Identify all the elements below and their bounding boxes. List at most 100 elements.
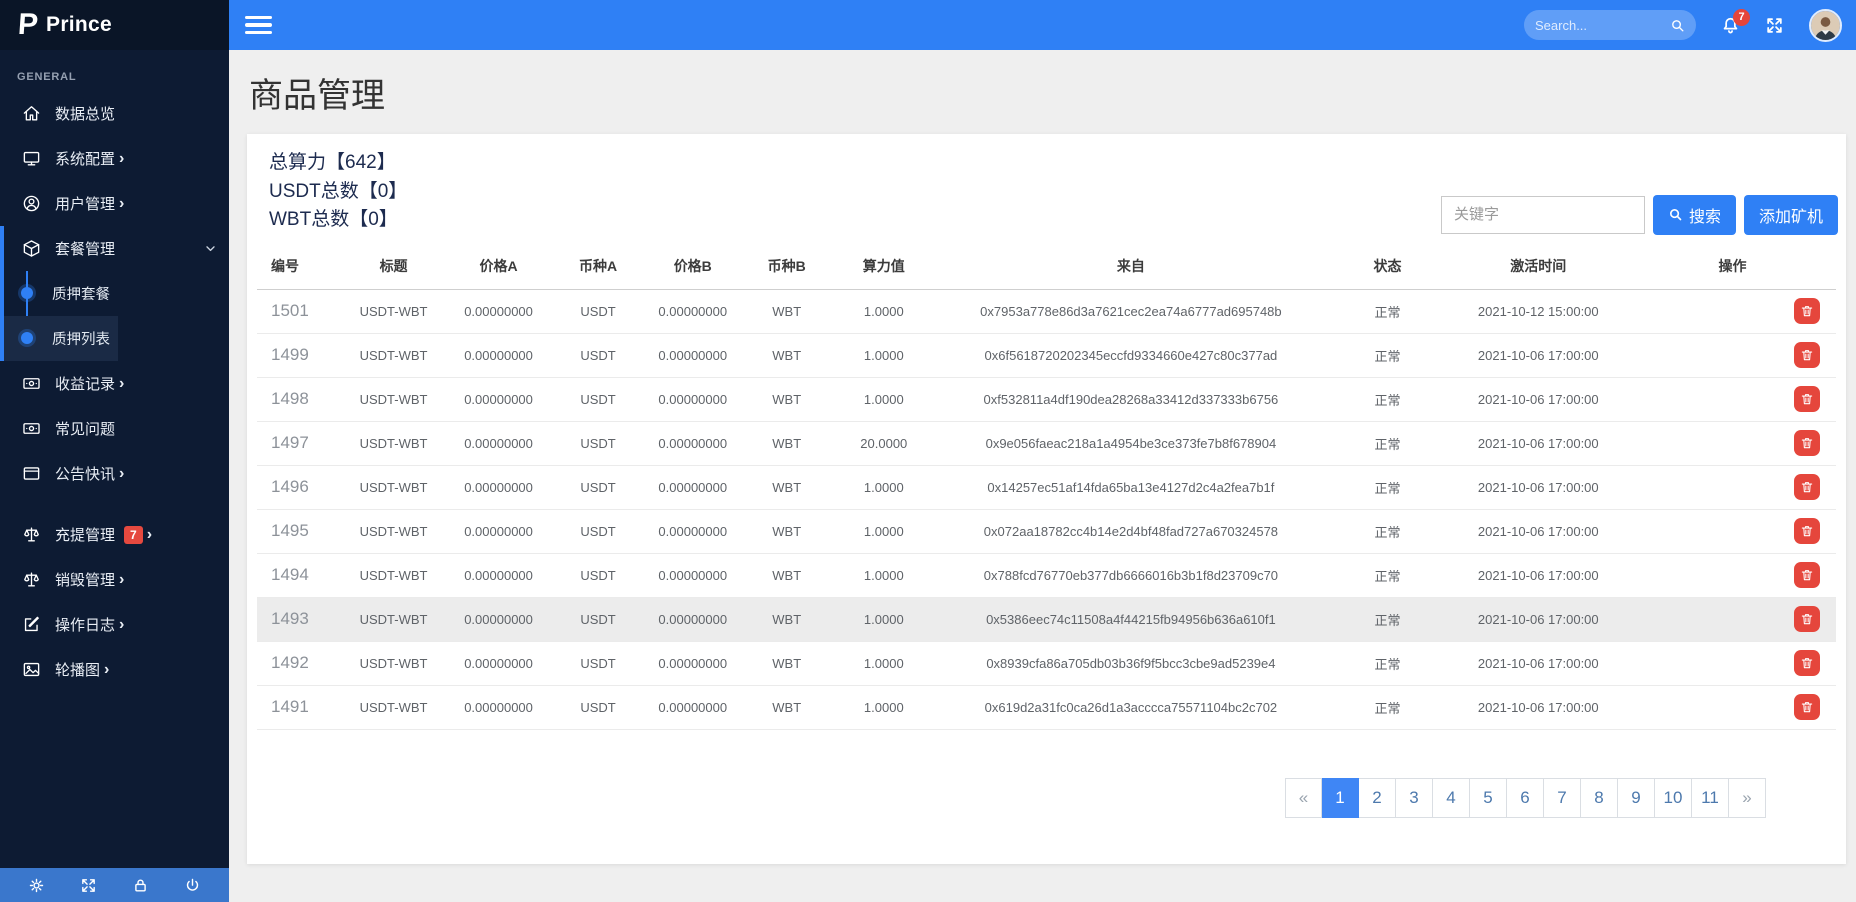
pagination-page-3[interactable]: 3 (1396, 778, 1433, 818)
delete-button[interactable] (1794, 298, 1820, 324)
cell-status: 正常 (1328, 597, 1448, 641)
keyword-input[interactable] (1441, 196, 1645, 234)
sidebar-item-system-config[interactable]: 系统配置› (0, 136, 229, 181)
cell-from: 0x072aa18782cc4b14e2d4bf48fad727a6703245… (934, 509, 1327, 553)
delete-button[interactable] (1794, 650, 1820, 676)
cell-price_b: 0.00000000 (645, 333, 740, 377)
cell-action (1629, 641, 1836, 685)
user-avatar[interactable] (1809, 9, 1842, 42)
sidebar-item-burn-management[interactable]: 销毁管理› (0, 557, 229, 602)
main-area: 7 商品管理 总算力【642】 USDT总数【0】 WBT总数【0】 搜索 (229, 0, 1856, 902)
cell-time: 2021-10-06 17:00:00 (1448, 333, 1630, 377)
table-row: 1497USDT-WBT0.00000000USDT0.00000000WBT2… (257, 421, 1836, 465)
delete-button[interactable] (1794, 342, 1820, 368)
chevron-down-icon (204, 242, 217, 255)
cell-from: 0x9e056faeac218a1a4954be3ce373fe7b8f6789… (934, 421, 1327, 465)
delete-button[interactable] (1794, 606, 1820, 632)
cell-id: 1494 (257, 553, 341, 597)
power-icon[interactable] (184, 877, 201, 894)
table-row: 1493USDT-WBT0.00000000USDT0.00000000WBT1… (257, 597, 1836, 641)
brand-logo-icon: P (17, 10, 39, 40)
cell-coin_a: USDT (551, 553, 646, 597)
delete-button[interactable] (1794, 562, 1820, 588)
window-icon (22, 464, 41, 483)
column-header: 编号 (257, 241, 341, 290)
table-row: 1499USDT-WBT0.00000000USDT0.00000000WBT1… (257, 333, 1836, 377)
scale-icon (22, 525, 41, 544)
fullscreen-icon[interactable] (80, 877, 97, 894)
cell-id: 1498 (257, 377, 341, 421)
pagination-next[interactable]: » (1729, 778, 1766, 818)
pagination-prev[interactable]: « (1285, 778, 1322, 818)
pagination-page-6[interactable]: 6 (1507, 778, 1544, 818)
chevron-right-icon: › (119, 617, 124, 633)
sidebar-item-pledge-package[interactable]: 质押套餐 (4, 271, 229, 316)
lock-icon[interactable] (132, 877, 149, 894)
delete-button[interactable] (1794, 430, 1820, 456)
sidebar-item-earning-records[interactable]: 收益记录› (0, 361, 229, 406)
pagination-page-7[interactable]: 7 (1544, 778, 1581, 818)
pagination-page-8[interactable]: 8 (1581, 778, 1618, 818)
sidebar-item-label: 轮播图 (55, 659, 100, 680)
gear-icon[interactable] (28, 877, 45, 894)
cell-time: 2021-10-06 17:00:00 (1448, 465, 1630, 509)
cell-coin_a: USDT (551, 333, 646, 377)
cell-action (1629, 333, 1836, 377)
home-icon (22, 104, 41, 123)
chevron-right-icon: › (119, 376, 124, 392)
sidebar-group-package-management: 套餐管理质押套餐质押列表 (0, 226, 229, 361)
add-miner-button[interactable]: 添加矿机 (1744, 195, 1838, 235)
pagination: «1234567891011» (1285, 778, 1766, 818)
pagination-page-4[interactable]: 4 (1433, 778, 1470, 818)
pagination-page-2[interactable]: 2 (1359, 778, 1396, 818)
pagination-page-5[interactable]: 5 (1470, 778, 1507, 818)
monitor-icon (22, 149, 41, 168)
cell-status: 正常 (1328, 377, 1448, 421)
sidebar-item-label: 销毁管理 (55, 569, 115, 590)
cell-action (1629, 421, 1836, 465)
sidebar-item-label: 用户管理 (55, 193, 115, 214)
sidebar-item-package-management[interactable]: 套餐管理 (4, 226, 229, 271)
sidebar-item-dashboard[interactable]: 数据总览 (0, 91, 229, 136)
column-header: 来自 (934, 241, 1327, 290)
cell-coin_a: USDT (551, 377, 646, 421)
pagination-page-1[interactable]: 1 (1322, 778, 1359, 818)
delete-button[interactable] (1794, 694, 1820, 720)
fullscreen-icon[interactable] (1765, 16, 1784, 35)
delete-button[interactable] (1794, 474, 1820, 500)
cell-id: 1501 (257, 289, 341, 333)
cell-power: 1.0000 (833, 377, 934, 421)
table-row: 1498USDT-WBT0.00000000USDT0.00000000WBT1… (257, 377, 1836, 421)
delete-button[interactable] (1794, 386, 1820, 412)
sidebar-item-user-management[interactable]: 用户管理› (0, 181, 229, 226)
column-header: 状态 (1328, 241, 1448, 290)
column-header: 激活时间 (1448, 241, 1630, 290)
search-input[interactable] (1535, 18, 1670, 33)
delete-button[interactable] (1794, 518, 1820, 544)
table-row: 1492USDT-WBT0.00000000USDT0.00000000WBT1… (257, 641, 1836, 685)
sidebar-subitem-label: 质押列表 (52, 328, 110, 349)
sidebar-item-operation-logs[interactable]: 操作日志› (0, 602, 229, 647)
pagination-page-9[interactable]: 9 (1618, 778, 1655, 818)
cell-status: 正常 (1328, 509, 1448, 553)
sidebar-item-announcements[interactable]: 公告快讯› (0, 451, 229, 496)
cell-id: 1495 (257, 509, 341, 553)
pagination-page-10[interactable]: 10 (1655, 778, 1692, 818)
cell-price_b: 0.00000000 (645, 641, 740, 685)
bell-icon[interactable]: 7 (1721, 16, 1740, 35)
cell-power: 1.0000 (833, 289, 934, 333)
sidebar-item-pledge-list[interactable]: 质押列表 (4, 316, 229, 361)
sidebar-item-carousel[interactable]: 轮播图› (0, 647, 229, 692)
cell-from: 0x8939cfa86a705db03b36f9f5bcc3cbe9ad5239… (934, 641, 1327, 685)
hamburger-menu-icon[interactable] (245, 16, 272, 35)
table-header-row: 编号标题价格A币种A价格B币种B算力值来自状态激活时间操作 (257, 241, 1836, 290)
pagination-page-11[interactable]: 11 (1692, 778, 1729, 818)
sidebar-submenu: 质押套餐质押列表 (4, 271, 229, 361)
sidebar-item-faq[interactable]: 常见问题 (0, 406, 229, 451)
cell-price_b: 0.00000000 (645, 509, 740, 553)
search-icon[interactable] (1670, 18, 1685, 33)
stat-total-power: 总算力【642】 (269, 149, 407, 178)
stats-block: 总算力【642】 USDT总数【0】 WBT总数【0】 (269, 149, 407, 235)
search-button[interactable]: 搜索 (1653, 195, 1736, 235)
sidebar-item-deposit-withdraw[interactable]: 充提管理7› (0, 512, 229, 557)
